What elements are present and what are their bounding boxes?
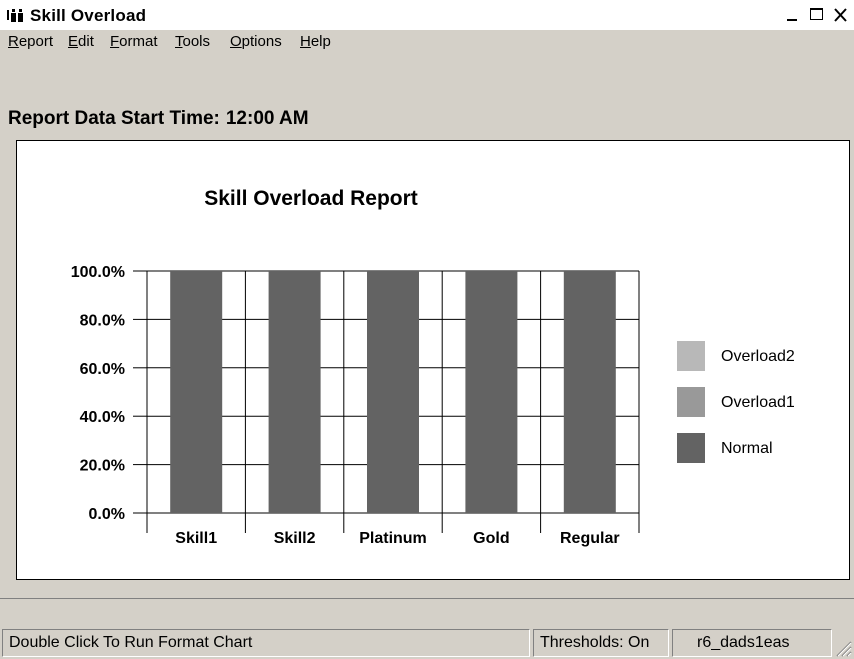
x-tick-label: Gold — [473, 530, 509, 547]
maximize-icon — [810, 8, 823, 20]
x-tick-label: Regular — [560, 530, 620, 547]
legend-label: Overload1 — [721, 394, 795, 411]
status-thresholds: Thresholds: On — [533, 629, 669, 657]
y-tick-label: 80.0% — [80, 312, 125, 329]
legend-label: Normal — [721, 440, 773, 457]
x-tick-label: Skill1 — [175, 530, 217, 547]
minimize-icon — [787, 19, 797, 21]
close-icon — [834, 8, 847, 22]
y-tick-label: 40.0% — [80, 409, 125, 426]
report-start-time: Report Data Start Time: 12:00 AM — [8, 108, 309, 130]
bar-normal — [465, 271, 518, 513]
legend-swatch — [677, 341, 705, 371]
chart-panel[interactable]: Skill Overload Report 0.0% 20.0% 40.0% 60.0… — [16, 140, 850, 580]
menu-help[interactable]: Help — [300, 33, 331, 50]
skill-overload-chart: Skill Overload Report 0.0% 20.0% 40.0% 60.0… — [71, 187, 795, 547]
minimize-button[interactable] — [782, 4, 804, 26]
y-tick-label: 0.0% — [89, 506, 125, 523]
menu-format[interactable]: Format — [110, 33, 158, 50]
close-button[interactable] — [830, 4, 852, 26]
people-icon — [7, 9, 23, 22]
x-tick-label: Platinum — [359, 530, 427, 547]
legend-label: Overload2 — [721, 348, 795, 365]
bar-normal — [563, 271, 616, 513]
status-server: r6_dads1eas — [672, 629, 832, 657]
menu-edit[interactable]: Edit — [68, 33, 94, 50]
y-tick-label: 100.0% — [71, 264, 125, 281]
menu-tools[interactable]: Tools — [175, 33, 210, 50]
legend-swatch — [677, 433, 705, 463]
report-start-value: 12:00 AM — [225, 108, 309, 129]
x-tick-label: Skill2 — [274, 530, 316, 547]
resize-grip-icon[interactable] — [834, 639, 852, 657]
chart-title: Skill Overload Report — [204, 187, 418, 210]
menu-options[interactable]: Options — [230, 33, 282, 50]
bar-normal — [367, 271, 419, 513]
report-start-label: Report Data Start Time: — [8, 108, 220, 129]
maximize-button[interactable] — [806, 4, 828, 26]
bar-normal — [170, 271, 223, 513]
bar-normal — [268, 271, 321, 513]
title-bar: Skill Overload — [0, 0, 854, 30]
separator — [0, 598, 854, 599]
legend-swatch — [677, 387, 705, 417]
window-title: Skill Overload — [30, 6, 147, 25]
menu-bar: Report Edit Format Tools Options Help — [0, 30, 854, 56]
status-bar: Double Click To Run Format Chart Thresho… — [0, 628, 854, 659]
status-hint: Double Click To Run Format Chart — [2, 629, 530, 657]
y-tick-label: 60.0% — [80, 361, 125, 378]
menu-report[interactable]: Report — [8, 33, 53, 50]
y-tick-label: 20.0% — [80, 458, 125, 475]
